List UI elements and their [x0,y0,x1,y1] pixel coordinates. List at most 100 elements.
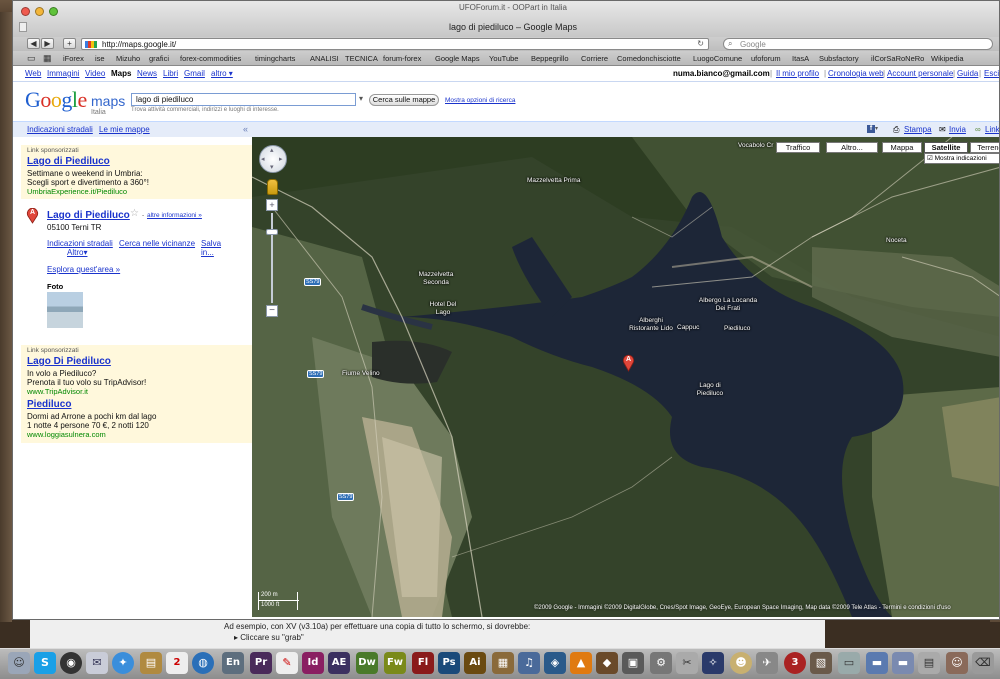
map-type-satellite-button[interactable]: Satellite [924,142,968,153]
street-view-pegman-icon[interactable] [267,179,278,195]
app-icon[interactable]: ▭ [838,652,860,674]
app-icon[interactable]: ▦ [492,652,514,674]
photoshop-icon[interactable]: Ps [438,652,460,674]
ad-title-link[interactable]: Lago Di Piediluco [27,356,111,367]
google-earth-icon[interactable]: ◍ [192,652,214,674]
save-to-link[interactable]: Salva in... [201,239,231,257]
bookmark-item[interactable]: TECNICA [345,54,378,63]
ad-url[interactable]: www.loggiasulnera.com [27,430,106,439]
result-marker-icon[interactable]: A [26,207,39,224]
search-history-dropdown[interactable]: ▾ [359,94,363,103]
show-labels-checkbox[interactable]: ☑ [927,155,933,162]
zoom-track[interactable] [271,213,273,303]
satellite-map[interactable]: ▴ ▾ ◂ ▸ + − Traffico Altro... Mappa Sate… [252,137,999,617]
add-bookmark-button[interactable]: + [63,38,76,49]
result-more-link[interactable]: Altro▾ [67,248,87,257]
flash-icon[interactable]: Fl [412,652,434,674]
search-nearby-link[interactable]: Cerca nelle vicinanze [119,239,195,248]
send-link[interactable]: Invia [949,125,966,134]
zoom-slider-handle[interactable] [266,229,278,235]
app-icon[interactable]: ☻ [730,652,752,674]
address-book-icon[interactable]: ▤ [140,652,162,674]
map-type-map-button[interactable]: Mappa [882,142,922,153]
app-icon[interactable]: ⚙ [650,652,672,674]
bookmark-item[interactable]: ItasA [792,54,809,63]
folder-icon[interactable]: ▬ [892,652,914,674]
acrobat-icon[interactable]: ✎ [276,652,298,674]
bookmark-item[interactable]: ANALISI [310,54,339,63]
ical-icon[interactable]: 2 [166,652,188,674]
bookmark-item[interactable]: ilCorSaRoNeRo [871,54,924,63]
minimize-window-button[interactable] [35,7,44,16]
ad-url[interactable]: UmbriaExperience.it/Piediluco [27,187,127,196]
safari-icon[interactable]: ✦ [112,652,134,674]
folder-icon[interactable]: ▬ [866,652,888,674]
bookmark-item[interactable]: forum-forex [383,54,421,63]
gbar-images-link[interactable]: Immagini [47,69,79,78]
indesign-icon[interactable]: Id [302,652,324,674]
history-link[interactable]: Cronologia web [828,69,884,78]
app-icon-en[interactable]: En [222,652,244,674]
result-directions-link[interactable]: Indicazioni stradali [47,239,113,248]
profile-link[interactable]: Il mio profilo [776,69,819,78]
pan-right-icon[interactable]: ▸ [279,155,283,163]
pan-up-icon[interactable]: ▴ [270,146,274,154]
reading-list-icon[interactable]: ▭ [27,53,36,64]
map-type-terrain-button[interactable]: Terreno [970,142,999,153]
app-icon[interactable]: ✧ [702,652,724,674]
bookmark-item[interactable]: ise [95,54,105,63]
skype-icon[interactable]: S [34,652,56,674]
more-info-link[interactable]: altre informazioni » [147,212,202,219]
email-icon[interactable]: ✉ [939,125,946,134]
show-labels-option[interactable]: ☑ Mostra indicazioni [924,153,999,164]
after-effects-icon[interactable]: AE [328,652,350,674]
share-dropdown-icon[interactable]: ▾ [875,125,878,132]
bookmark-item[interactable]: Mizuho [116,54,140,63]
directions-link[interactable]: Indicazioni stradali [27,125,93,134]
gbar-video-link[interactable]: Video [85,69,105,78]
fireworks-icon[interactable]: Fw [384,652,406,674]
illustrator-icon[interactable]: Ai [464,652,486,674]
app-icon[interactable]: ▤ [918,652,940,674]
app-icon[interactable]: 3 [784,652,806,674]
gbar-web-link[interactable]: Web [25,69,41,78]
google-maps-logo[interactable]: Google maps Italia [25,87,135,119]
traffic-button[interactable]: Traffico [776,142,820,153]
bookmark-item[interactable]: Comedonchisciotte [617,54,681,63]
zoom-window-button[interactable] [49,7,58,16]
zoom-in-button[interactable]: + [266,199,278,211]
reload-icon[interactable]: ↻ [697,39,704,48]
app-icon[interactable]: ◈ [544,652,566,674]
back-button[interactable]: ◀ [27,38,40,49]
app-icon[interactable]: ♫ [518,652,540,674]
facebook-icon[interactable]: f [867,125,875,133]
iphoto-icon[interactable]: ▣ [622,652,644,674]
search-options-link[interactable]: Mostra opzioni di ricerca [445,97,515,104]
zoom-out-button[interactable]: − [266,305,278,317]
mail-icon[interactable]: ✉ [86,652,108,674]
print-icon[interactable]: ⎙ [893,125,899,135]
bookmark-item[interactable]: ufoforum [751,54,781,63]
bookmark-item[interactable]: Subsfactory [819,54,859,63]
map-marker-icon[interactable]: A [622,354,635,372]
ad-title-link[interactable]: Piediluco [27,399,71,410]
explore-area-link[interactable]: Esplora quest'area » [47,265,120,274]
help-link[interactable]: Guida [957,69,978,78]
forward-button[interactable]: ▶ [41,38,54,49]
premiere-icon[interactable]: Pr [250,652,272,674]
app-icon[interactable]: ✂ [676,652,698,674]
gbar-news-link[interactable]: News [137,69,157,78]
dashboard-icon[interactable]: ◉ [60,652,82,674]
pan-control[interactable]: ▴ ▾ ◂ ▸ [259,145,287,173]
bookmark-item[interactable]: Google Maps [435,54,480,63]
bookmark-item[interactable]: LuogoComune [693,54,742,63]
more-layers-button[interactable]: Altro... [826,142,878,153]
bookmark-item[interactable]: timingcharts [255,54,295,63]
bookmark-item[interactable]: Wikipedia [931,54,964,63]
app-icon[interactable]: ✈ [756,652,778,674]
trash-icon[interactable]: ⌫ [972,652,994,674]
star-icon[interactable]: ☆ [130,208,139,219]
photo-thumbnail[interactable] [47,292,83,328]
link-link[interactable]: Link [985,125,999,134]
my-maps-link[interactable]: Le mie mappe [99,125,150,134]
